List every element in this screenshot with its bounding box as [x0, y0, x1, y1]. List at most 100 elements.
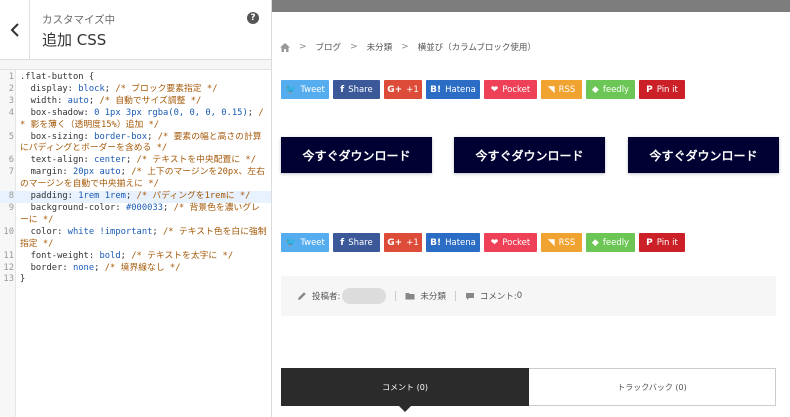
hatena-bookmark-button[interactable]: B! Hatena: [426, 233, 480, 252]
code-token: white !important: [67, 226, 153, 237]
breadcrumb: > ブログ > 未分類 > 横並び（カラムブロック使用）: [280, 41, 536, 53]
tab-comments[interactable]: コメント (0): [281, 368, 529, 412]
hatena-icon: B!: [430, 84, 442, 95]
rss-icon: ◥: [547, 237, 555, 248]
css-code-editor[interactable]: 1 .flat-button {2 display: block; /* ブロック…: [0, 69, 271, 417]
code-line[interactable]: 4 box-shadow: 0 1px 3px rgba(0, 0, 0, 0.…: [0, 108, 271, 132]
comment-icon: [465, 293, 474, 300]
feedly-button[interactable]: ◆ feedly: [586, 233, 635, 252]
code-line[interactable]: 10 color: white !important; /* テキスト色を白に強…: [0, 227, 271, 251]
google-plus-button[interactable]: G+ +1: [384, 80, 422, 99]
code-token: width:: [20, 95, 68, 106]
code-token: background-color:: [20, 202, 126, 213]
pocket-icon: ❤: [490, 237, 499, 248]
twitter-icon: 🐦: [285, 237, 297, 248]
code-token: center: [94, 155, 126, 166]
code-line[interactable]: 9 background-color: #000033; /* 背景色を濃いグレ…: [0, 203, 271, 227]
screen: カスタマイズ中 追加 CSS ? 1 .flat-button {2 displa…: [0, 0, 790, 417]
post-category[interactable]: 未分類: [405, 290, 446, 302]
code-token: ;: [94, 262, 105, 273]
meta-divider: [395, 291, 397, 301]
code-token: ;: [88, 95, 100, 106]
feedly-button[interactable]: ◆ feedly: [586, 80, 635, 99]
code-token: auto: [67, 95, 89, 106]
help-icon[interactable]: ?: [247, 12, 259, 24]
site-preview: > ブログ > 未分類 > 横並び（カラムブロック使用） 🐦 Tweet f Sha…: [272, 0, 790, 417]
code-line[interactable]: 11 font-weight: bold; /* テキストを太字に */: [0, 251, 271, 263]
code-token: ;: [125, 191, 137, 202]
download-button-3[interactable]: 今すぐダウンロード: [628, 137, 779, 173]
line-number: 5: [8, 131, 14, 142]
breadcrumb-current: 横並び（カラムブロック使用）: [417, 43, 536, 53]
code-line[interactable]: 8 padding: 1rem 1rem; /* パディングを1remに */: [0, 191, 271, 203]
breadcrumb-category[interactable]: 未分類: [367, 41, 393, 53]
author-name-blurred[interactable]: [342, 288, 387, 304]
code-token: /* テキストを中央配置に */: [136, 155, 257, 166]
post-meta: 投稿者: 未分類 コメント: 0: [281, 276, 776, 316]
code-line[interactable]: 3 width: auto; /* 自動でサイズ調整 */: [0, 96, 271, 108]
line-number: 1: [8, 72, 14, 82]
rss-button[interactable]: ◥ RSS: [541, 80, 582, 99]
rss-button[interactable]: ◥ RSS: [541, 233, 582, 252]
code-token: bold: [99, 250, 121, 261]
hatena-bookmark-button[interactable]: B! Hatena: [426, 80, 480, 99]
home-icon[interactable]: [280, 42, 290, 52]
download-button-1[interactable]: 今すぐダウンロード: [281, 137, 432, 173]
breadcrumb-blog[interactable]: ブログ: [316, 41, 342, 53]
line-number: 2: [8, 83, 14, 94]
post-author: 投稿者:: [297, 288, 387, 304]
code-line[interactable]: 13}: [0, 274, 271, 286]
code-line[interactable]: 5 box-sizing: border-box; /* 要素の幅と高さの計算に…: [0, 132, 271, 156]
pinterest-button[interactable]: P Pin it: [639, 80, 685, 99]
code-lines[interactable]: 1 .flat-button {2 display: block; /* ブロック…: [0, 72, 271, 286]
line-number: 10: [3, 226, 14, 237]
breadcrumb-separator: >: [350, 42, 358, 52]
code-token: ;: [104, 83, 116, 94]
pocket-button[interactable]: ❤ Pocket: [484, 233, 537, 252]
code-line[interactable]: 2 display: block; /* ブロック要素指定 */: [0, 84, 271, 96]
code-line[interactable]: 7 margin: 20px auto; /* 上下のマージンを20px、左右の…: [0, 167, 271, 191]
code-token: font-weight:: [20, 250, 100, 261]
pocket-icon: ❤: [490, 84, 499, 95]
line-number: 11: [3, 250, 14, 261]
code-token: margin:: [20, 167, 73, 178]
code-token: border-box: [94, 131, 148, 142]
code-token: 1rem 1rem: [78, 191, 126, 202]
code-token: text-align:: [20, 155, 95, 166]
active-tab-arrow: [399, 406, 411, 412]
twitter-share-button[interactable]: 🐦 Tweet: [281, 233, 329, 252]
twitter-share-button[interactable]: 🐦 Tweet: [281, 80, 329, 99]
code-token: ;: [247, 107, 259, 118]
code-token: ;: [147, 131, 158, 142]
pencil-icon: [298, 292, 306, 300]
facebook-icon: f: [340, 84, 345, 95]
tab-trackbacks[interactable]: トラックバック (0): [529, 368, 776, 406]
code-token: /* 自動でサイズ調整 */: [99, 95, 202, 106]
code-token: 0 1px 3px rgba(0, 0, 0, 0.15): [94, 107, 248, 118]
facebook-icon: f: [340, 237, 345, 248]
hatena-icon: B!: [430, 237, 442, 248]
code-line[interactable]: 12 border: none; /* 境界線なし */: [0, 263, 271, 275]
facebook-share-button[interactable]: f Share: [333, 80, 380, 99]
facebook-share-button[interactable]: f Share: [333, 233, 380, 252]
back-button[interactable]: [0, 0, 30, 59]
breadcrumb-separator: >: [299, 42, 307, 52]
code-line[interactable]: 6 text-align: center; /* テキストを中央配置に */: [0, 155, 271, 167]
code-token: /* テキストを太字に */: [131, 250, 234, 261]
pocket-button[interactable]: ❤ Pocket: [484, 80, 537, 99]
download-button-2[interactable]: 今すぐダウンロード: [454, 137, 605, 173]
code-token: box-sizing:: [20, 131, 95, 142]
google-plus-icon: G+: [387, 237, 403, 248]
code-line[interactable]: 1 .flat-button {: [0, 72, 271, 84]
code-token: #000033: [125, 202, 164, 213]
code-token: block: [78, 83, 105, 94]
code-token: /* ブロック要素指定 */: [115, 83, 218, 94]
customizing-label: カスタマイズ中: [42, 14, 116, 26]
post-comment-count[interactable]: コメント: 0: [465, 290, 522, 302]
twitter-icon: 🐦: [285, 84, 297, 95]
pinterest-icon: P: [646, 237, 653, 248]
line-number: 7: [8, 167, 14, 178]
pinterest-button[interactable]: P Pin it: [639, 233, 685, 252]
google-plus-button[interactable]: G+ +1: [384, 233, 422, 252]
code-token: ;: [125, 155, 137, 166]
